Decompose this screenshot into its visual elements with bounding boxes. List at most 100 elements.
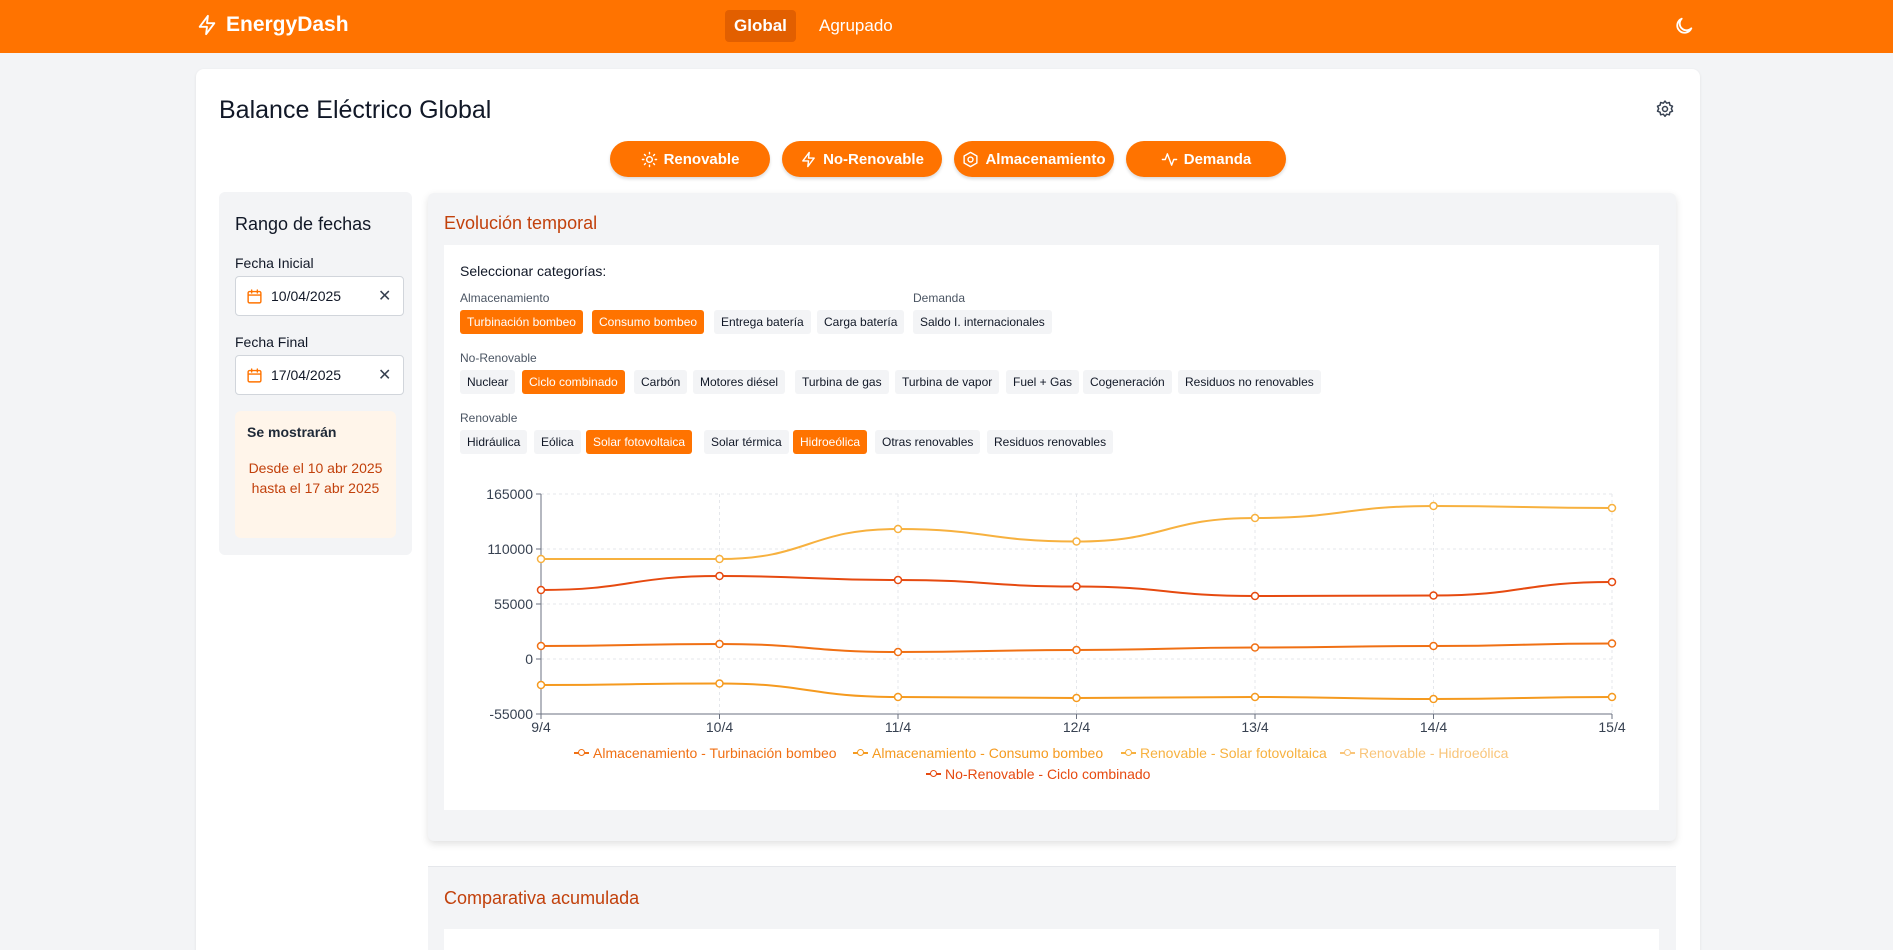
category-renovable-button[interactable]: Renovable [610, 141, 770, 177]
legend-label: Renovable - Hidroeólica [1359, 745, 1509, 761]
group-label-demanda: Demanda [913, 291, 966, 305]
start-date-field[interactable]: 10/04/2025 ✕ [235, 276, 404, 316]
brand-logo[interactable]: EnergyDash [196, 13, 349, 37]
x-tick-label: 13/4 [1241, 719, 1268, 735]
clear-start-date-icon[interactable]: ✕ [378, 286, 391, 306]
y-tick-label: -55000 [489, 706, 533, 722]
lightning-icon [802, 151, 815, 167]
start-date-label: Fecha Inicial [235, 255, 314, 271]
legend-marker [1340, 748, 1355, 758]
category-almacenamiento-label: Almacenamiento [985, 150, 1106, 168]
category-chip[interactable]: Carga batería [817, 310, 905, 334]
moon-icon[interactable] [1673, 15, 1695, 37]
end-date-value: 17/04/2025 [271, 367, 342, 383]
category-chip[interactable]: Motores diésel [693, 370, 786, 394]
comparison-content [444, 929, 1659, 950]
calendar-icon [247, 368, 262, 383]
group-label-renovable: Renovable [460, 411, 518, 425]
data-point [893, 647, 903, 657]
comparison-title: Comparativa acumulada [444, 888, 640, 908]
data-point [1607, 503, 1617, 513]
x-tick-label: 14/4 [1420, 719, 1447, 735]
data-point [1250, 643, 1260, 652]
data-point [893, 575, 903, 585]
evolution-title: Evolución temporal [444, 213, 598, 233]
data-point [1250, 591, 1260, 601]
lightning-icon [198, 14, 216, 36]
category-renovable-label: Renovable [663, 150, 740, 168]
summary-title: Se mostrarán [247, 424, 337, 440]
start-date-value: 10/04/2025 [271, 288, 342, 304]
legend-item[interactable]: Almacenamiento - Consumo bombeo [853, 745, 1103, 761]
end-date-field[interactable]: 17/04/2025 ✕ [235, 355, 404, 395]
legend-marker [574, 748, 589, 758]
legend-marker [926, 769, 941, 779]
data-point [1429, 694, 1438, 704]
legend-marker [853, 748, 868, 758]
y-tick-label: 0 [525, 651, 533, 667]
select-categories-label: Seleccionar categorías: [460, 263, 607, 279]
legend-label: Renovable - Solar fotovoltaica [1140, 745, 1327, 761]
y-tick-label: 110000 [487, 541, 533, 557]
data-point [893, 692, 903, 702]
category-almacenamiento-button[interactable]: Almacenamiento [954, 141, 1114, 177]
group-label-no-renovable: No-Renovable [460, 351, 537, 365]
data-point [1072, 537, 1081, 546]
clear-end-date-icon[interactable]: ✕ [378, 365, 391, 385]
category-chip[interactable]: Turbina de vapor [895, 370, 1000, 394]
legend-item[interactable]: No-Renovable - Ciclo combinado [926, 766, 1150, 782]
data-point [536, 680, 546, 690]
category-no-renovable-label: No-Renovable [823, 150, 924, 168]
data-point [1429, 641, 1438, 651]
category-chip[interactable]: Hidroeólica [793, 430, 868, 454]
category-chip[interactable]: Ciclo combinado [522, 370, 625, 394]
data-point [1072, 645, 1081, 655]
category-chip[interactable]: Saldo I. internacionales [913, 310, 1052, 334]
data-point [536, 641, 546, 651]
legend-label: No-Renovable - Ciclo combinado [945, 766, 1151, 782]
hexagon-icon [963, 151, 979, 167]
x-tick-label: 15/4 [1598, 719, 1625, 735]
x-tick-label: 12/4 [1063, 719, 1090, 735]
data-point [715, 639, 724, 649]
date-range-title: Rango de fechas [235, 214, 372, 234]
category-chip[interactable]: Hidráulica [460, 430, 528, 454]
calendar-icon [247, 289, 262, 304]
category-chip[interactable]: Fuel + Gas [1006, 370, 1080, 394]
category-chip[interactable]: Turbina de gas [795, 370, 889, 394]
data-point [1072, 582, 1081, 591]
legend-item[interactable]: Renovable - Solar fotovoltaica [1121, 745, 1327, 761]
data-point [1429, 501, 1438, 511]
category-chip[interactable]: Consumo bombeo [592, 310, 705, 334]
category-chip[interactable]: Nuclear [460, 370, 516, 394]
data-point [1607, 692, 1617, 702]
x-tick-label: 9/4 [531, 719, 551, 735]
category-chip[interactable]: Solar térmica [704, 430, 789, 454]
category-chip[interactable]: Residuos no renovables [1178, 370, 1321, 394]
category-chip[interactable]: Entrega batería [714, 310, 811, 334]
data-point [715, 554, 724, 564]
category-chip[interactable]: Eólica [534, 430, 581, 454]
legend-marker [1121, 748, 1136, 758]
legend-label: Almacenamiento - Turbinación bombeo [593, 745, 837, 761]
category-chip[interactable]: Turbinación bombeo [460, 310, 583, 334]
gear-icon[interactable] [1655, 99, 1675, 119]
data-point [893, 524, 903, 534]
category-no-renovable-button[interactable]: No-Renovable [782, 141, 942, 177]
category-demanda-button[interactable]: Demanda [1126, 141, 1286, 177]
data-point [715, 679, 724, 688]
activity-icon [1161, 152, 1178, 166]
nav-global[interactable]: Global [725, 10, 796, 42]
legend-item[interactable]: Renovable - Hidroeólica [1340, 745, 1508, 761]
category-chip[interactable]: Carbón [634, 370, 688, 394]
summary-text: Desde el 10 abr 2025 hasta el 17 abr 202… [248, 460, 383, 496]
data-point [1072, 693, 1081, 703]
date-range-summary: Se mostrarán Desde el 10 abr 2025 hasta … [235, 411, 396, 538]
category-chip[interactable]: Cogeneración [1083, 370, 1172, 394]
legend-label: Almacenamiento - Consumo bombeo [872, 745, 1104, 761]
nav-agrupado[interactable]: Agrupado [810, 10, 902, 42]
category-chip[interactable]: Residuos renovables [987, 430, 1114, 454]
legend-item[interactable]: Almacenamiento - Turbinación bombeo [574, 745, 837, 761]
category-chip[interactable]: Solar fotovoltaica [586, 430, 693, 454]
category-chip[interactable]: Otras renovables [875, 430, 981, 454]
